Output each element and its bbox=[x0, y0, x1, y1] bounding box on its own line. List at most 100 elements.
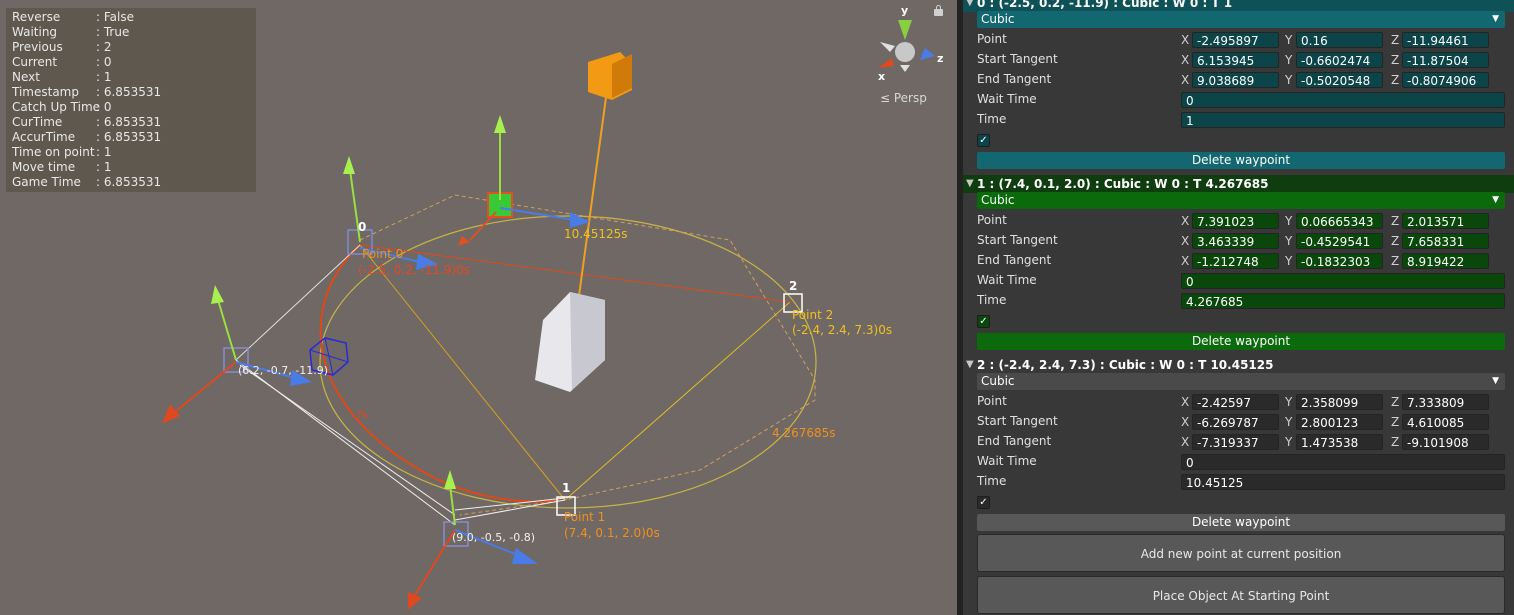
start-tangent-row-y-field[interactable]: -0.4529541 bbox=[1296, 233, 1383, 249]
point-row-z-field[interactable]: 7.333809 bbox=[1402, 394, 1489, 410]
foldout-arrow-icon[interactable]: ▼ bbox=[966, 175, 974, 193]
delete-waypoint-button[interactable]: Delete waypoint bbox=[977, 152, 1505, 169]
start-tangent-row-z-field[interactable]: 4.610085 bbox=[1402, 414, 1489, 430]
mode-dropdown[interactable]: Cubic ▼ bbox=[977, 11, 1505, 28]
end-tangent-row-x-field[interactable]: -1.212748 bbox=[1192, 253, 1279, 269]
mode-dropdown-value: Cubic bbox=[981, 193, 1015, 207]
start-tangent-row-z-field[interactable]: -11.87504 bbox=[1402, 52, 1489, 68]
scene-gizmo-neg-y[interactable] bbox=[900, 65, 910, 72]
end-tangent-row-z-field[interactable]: 8.919422 bbox=[1402, 253, 1489, 269]
dropdown-arrow-icon: ▼ bbox=[1492, 14, 1499, 24]
time-label: Time bbox=[977, 474, 1007, 488]
end-tangent-row-y-field[interactable]: 1.473538 bbox=[1296, 434, 1383, 450]
mode-dropdown[interactable]: Cubic ▼ bbox=[977, 192, 1505, 209]
end-tangent-row-y-field[interactable]: -0.1832303 bbox=[1296, 253, 1383, 269]
wait-time-field[interactable]: 0 bbox=[1181, 454, 1505, 470]
debug-key: Move time bbox=[12, 160, 76, 174]
point-row: Point X -2.495897 Y 0.16 Z -11.94461 bbox=[977, 31, 1505, 49]
end-tangent-row-z-field[interactable]: -0.8074906 bbox=[1402, 72, 1489, 88]
end-tangent-row-x-field[interactable]: 9.038689 bbox=[1192, 72, 1279, 88]
link-0-1 bbox=[359, 244, 566, 501]
axis-y-label: Y bbox=[1285, 254, 1293, 268]
gizmo-x-b[interactable] bbox=[414, 529, 456, 596]
place-object-button[interactable]: Place Object At Starting Point bbox=[977, 576, 1505, 614]
checkmark-icon: ✓ bbox=[979, 135, 988, 146]
mode-dropdown[interactable]: Cubic ▼ bbox=[977, 373, 1505, 390]
debug-value: : 1 bbox=[96, 70, 112, 84]
point-row-z-field[interactable]: 2.013571 bbox=[1402, 213, 1489, 229]
point-row-x-field[interactable]: -2.495897 bbox=[1192, 32, 1279, 48]
debug-row: Timestamp: 6.853531 bbox=[12, 85, 250, 100]
start-tangent-row-x-field[interactable]: -6.269787 bbox=[1192, 414, 1279, 430]
end-tangent-row: End Tangent X -1.212748 Y -0.1832303 Z 8.91942… bbox=[977, 252, 1505, 270]
axis-x-label: X bbox=[1181, 214, 1190, 228]
start-tangent-row-y-field[interactable]: 2.800123 bbox=[1296, 414, 1383, 430]
axis-z-label: Z bbox=[1391, 73, 1400, 87]
add-point-button[interactable]: Add new point at current position bbox=[977, 534, 1505, 572]
delete-waypoint-button[interactable]: Delete waypoint bbox=[977, 333, 1505, 350]
gizmo-x-green[interactable] bbox=[469, 211, 497, 241]
debug-value: : 2 bbox=[96, 40, 112, 54]
point-row-x-field[interactable]: 7.391023 bbox=[1192, 213, 1279, 229]
point-row: Point X -2.42597 Y 2.358099 Z 7.333809 bbox=[977, 393, 1505, 411]
start-tangent-row-x-field[interactable]: 3.463339 bbox=[1192, 233, 1279, 249]
end-tangent-row-y-field[interactable]: -0.5020548 bbox=[1296, 72, 1383, 88]
time-field[interactable]: 1 bbox=[1181, 112, 1505, 128]
gizmo-y-a-tip bbox=[211, 285, 224, 304]
lock-icon[interactable] bbox=[934, 5, 943, 16]
debug-row: Move time: 1 bbox=[12, 160, 250, 175]
tangent-line-c bbox=[239, 364, 456, 516]
end-tangent-row-label: End Tangent bbox=[977, 253, 1052, 267]
start-tangent-row-y-field[interactable]: -0.6602474 bbox=[1296, 52, 1383, 68]
foldout-arrow-icon[interactable]: ▼ bbox=[966, 0, 974, 12]
waypoint-header[interactable]: ▼ 2 : (-2.4, 2.4, 7.3) : Cubic : W 0 : T … bbox=[963, 356, 1514, 374]
debug-value: : 0 bbox=[96, 55, 112, 69]
debug-value: : 1 bbox=[96, 145, 112, 159]
time-row: Time 10.45125 bbox=[977, 473, 1505, 491]
scene-gizmo-neg-x[interactable] bbox=[880, 42, 895, 52]
waypoint0-index: 0 bbox=[358, 220, 366, 234]
debug-value: : 6.853531 bbox=[96, 85, 162, 99]
gizmo-x-a[interactable] bbox=[174, 361, 237, 413]
axis-y-label: Y bbox=[1285, 214, 1293, 228]
wait-time-field[interactable]: 0 bbox=[1181, 273, 1505, 289]
debug-row: Catch Up Time: 0 bbox=[12, 100, 250, 115]
axis-y-label: Y bbox=[1285, 33, 1293, 47]
point-row-y-field[interactable]: 2.358099 bbox=[1296, 394, 1383, 410]
debug-value: : 6.853531 bbox=[96, 115, 162, 129]
axis-x-label: X bbox=[1181, 415, 1190, 429]
scene-gizmo-y[interactable] bbox=[898, 20, 912, 40]
point-row-y-field[interactable]: 0.06665343 bbox=[1296, 213, 1383, 229]
axis-x-label: X bbox=[1181, 254, 1190, 268]
wait-time-label: Wait Time bbox=[977, 92, 1037, 106]
scene-view[interactable]: 0 Point 0 (-2.5, 0.2, -11.9)0s 1 Point 1… bbox=[0, 0, 957, 615]
scene-gizmo-center[interactable] bbox=[895, 42, 915, 62]
start-tangent-row-z-field[interactable]: 7.658331 bbox=[1402, 233, 1489, 249]
point-row-y-field[interactable]: 0.16 bbox=[1296, 32, 1383, 48]
checkmark-icon: ✓ bbox=[979, 497, 988, 508]
waypoint-header[interactable]: ▼ 1 : (7.4, 0.1, 2.0) : Cubic : W 0 : T 4… bbox=[963, 175, 1514, 193]
enabled-checkbox[interactable]: ✓ bbox=[977, 315, 990, 328]
waypoint1-index: 1 bbox=[562, 481, 570, 495]
scene-gizmo-x[interactable] bbox=[878, 58, 894, 68]
axis-x-label: X bbox=[1181, 435, 1190, 449]
waypoint1-name: Point 1 bbox=[564, 510, 605, 524]
time-field[interactable]: 10.45125 bbox=[1181, 474, 1505, 490]
wait-time-field[interactable]: 0 bbox=[1181, 92, 1505, 108]
time-field[interactable]: 4.267685 bbox=[1181, 293, 1505, 309]
point-row-x-field[interactable]: -2.42597 bbox=[1192, 394, 1279, 410]
point-row-z-field[interactable]: -11.94461 bbox=[1402, 32, 1489, 48]
gizmo-y-a[interactable] bbox=[217, 299, 237, 361]
axis-z-label: Z bbox=[1391, 33, 1400, 47]
delete-waypoint-button[interactable]: Delete waypoint bbox=[977, 514, 1505, 531]
foldout-arrow-icon[interactable]: ▼ bbox=[966, 356, 974, 374]
start-tangent-row-x-field[interactable]: 6.153945 bbox=[1192, 52, 1279, 68]
end-tangent-row-z-field[interactable]: -9.101908 bbox=[1402, 434, 1489, 450]
end-tangent-row-x-field[interactable]: -7.319337 bbox=[1192, 434, 1279, 450]
persp-toggle[interactable]: ≤ Persp bbox=[880, 91, 927, 105]
scene-gizmo-z[interactable] bbox=[920, 48, 935, 60]
axis-x-label: X bbox=[1181, 33, 1190, 47]
wait-time-row: Wait Time 0 bbox=[977, 272, 1505, 290]
enabled-checkbox[interactable]: ✓ bbox=[977, 496, 990, 509]
enabled-checkbox[interactable]: ✓ bbox=[977, 134, 990, 147]
